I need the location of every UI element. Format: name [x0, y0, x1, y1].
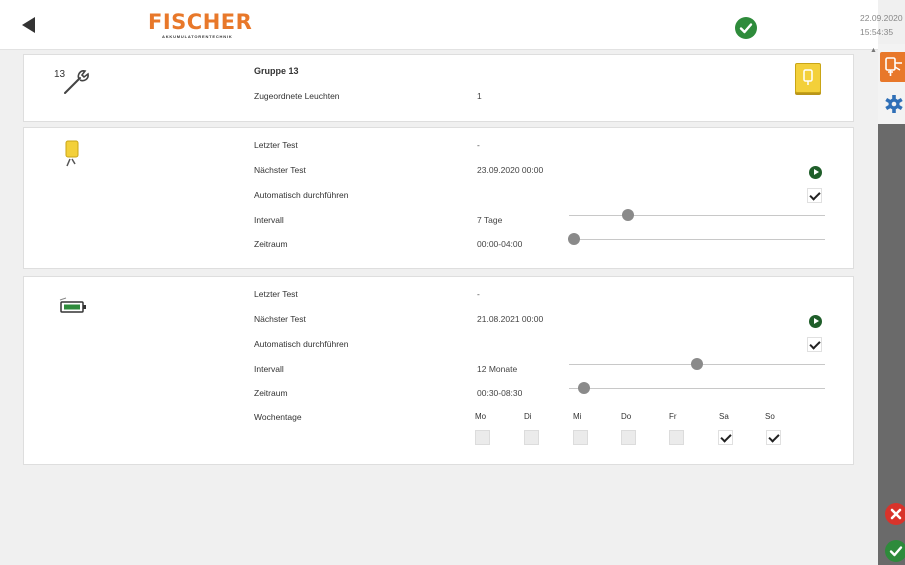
auto-run-label: Automatisch durchführen [254, 339, 349, 349]
last-test-value: - [477, 289, 480, 299]
duration-test-card: Letzter Test - Nächster Test 21.08.2021 … [23, 276, 854, 465]
period-slider-track[interactable] [569, 388, 825, 389]
interval-label: Intervall [254, 215, 284, 225]
luminaire-icon[interactable] [880, 52, 905, 82]
weekday-label-mi: Mi [573, 412, 582, 421]
last-test-value: - [477, 140, 480, 150]
fischer-logo: FISCHER AKKUMULATORENTECHNIK [148, 10, 253, 40]
last-test-label: Letzter Test [254, 289, 298, 299]
group-title: Gruppe 13 [254, 66, 299, 76]
period-label: Zeitraum [254, 388, 288, 398]
start-test-button[interactable] [809, 315, 822, 328]
period-slider-track[interactable] [569, 239, 825, 240]
weekday-label-fr: Fr [669, 412, 677, 421]
back-arrow-icon[interactable] [22, 17, 35, 33]
top-bar: FISCHER AKKUMULATORENTECHNIK [0, 0, 878, 50]
auto-run-label: Automatisch durchführen [254, 190, 349, 200]
check-circle-icon [735, 17, 757, 39]
weekday-label-do: Do [621, 412, 632, 421]
weekday-label-sa: Sa [719, 412, 729, 421]
period-label: Zeitraum [254, 239, 288, 249]
interval-value: 12 Monate [477, 364, 518, 374]
weekday-checkbox-fr[interactable] [669, 430, 684, 445]
gear-icon[interactable] [883, 92, 905, 116]
function-test-card: Letzter Test - Nächster Test 23.09.2020 … [23, 127, 854, 269]
interval-slider-track[interactable] [569, 215, 825, 216]
group-card: 13 Gruppe 13 Zugeordnete Leuchten 1 [23, 54, 854, 122]
weekdays-label: Wochentage [254, 412, 302, 422]
period-slider-knob[interactable] [578, 382, 591, 394]
last-test-label: Letzter Test [254, 140, 298, 150]
next-test-value: 21.08.2021 00:00 [477, 314, 544, 324]
weekday-checkbox-do[interactable] [621, 430, 636, 445]
weekday-label-so: So [765, 412, 775, 421]
confirm-icon[interactable] [885, 540, 905, 562]
next-test-label: Nächster Test [254, 314, 306, 324]
time-text: 15:54:35 [860, 27, 894, 37]
weekday-checkbox-di[interactable] [524, 430, 539, 445]
date-text: 22.09.2020 [860, 13, 903, 23]
start-test-button[interactable] [809, 166, 822, 179]
assigned-lights-value: 1 [477, 91, 482, 101]
weekday-checkbox-mi[interactable] [573, 430, 588, 445]
period-slider-knob[interactable] [568, 233, 581, 245]
scroll-up-icon[interactable]: ▲ [870, 47, 877, 54]
cancel-icon[interactable] [885, 503, 905, 525]
next-test-label: Nächster Test [254, 165, 306, 175]
lamp-icon[interactable] [795, 63, 821, 93]
weekday-label-mo: Mo [475, 412, 487, 421]
period-value: 00:30-08:30 [477, 388, 523, 398]
weekday-checkbox-so[interactable] [766, 430, 781, 445]
assigned-lights-label: Zugeordnete Leuchten [254, 91, 340, 101]
interval-label: Intervall [254, 364, 284, 374]
weekday-checkbox-mo[interactable] [475, 430, 490, 445]
date-time: 22.09.2020 15:54:35 [860, 11, 903, 39]
function-test-icon [64, 140, 82, 168]
next-test-value: 23.09.2020 00:00 [477, 165, 544, 175]
wrench-group-icon: 13 [52, 65, 92, 97]
period-value: 00:00-04:00 [477, 239, 523, 249]
interval-slider-knob[interactable] [691, 358, 703, 370]
auto-run-checkbox[interactable] [807, 188, 822, 203]
weekday-label-di: Di [524, 412, 532, 421]
interval-slider-knob[interactable] [621, 209, 634, 221]
logo-name: FISCHER [148, 10, 253, 34]
weekday-checkbox-sa[interactable] [718, 430, 733, 445]
interval-value: 7 Tage [477, 215, 503, 225]
auto-run-checkbox[interactable] [807, 337, 822, 352]
logo-tagline: AKKUMULATORENTECHNIK [162, 34, 233, 39]
battery-test-icon [58, 297, 90, 317]
